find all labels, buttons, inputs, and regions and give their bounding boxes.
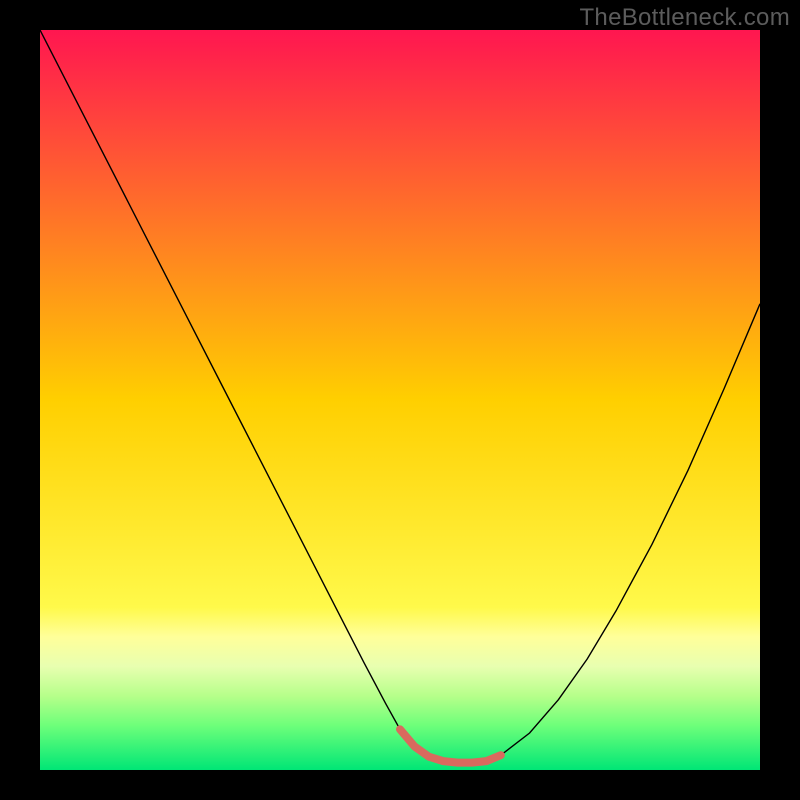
plot-area: [40, 30, 760, 770]
chart-frame: TheBottleneck.com: [0, 0, 800, 800]
chart-svg: [40, 30, 760, 770]
watermark-text: TheBottleneck.com: [579, 4, 790, 32]
gradient-rect: [40, 30, 760, 770]
